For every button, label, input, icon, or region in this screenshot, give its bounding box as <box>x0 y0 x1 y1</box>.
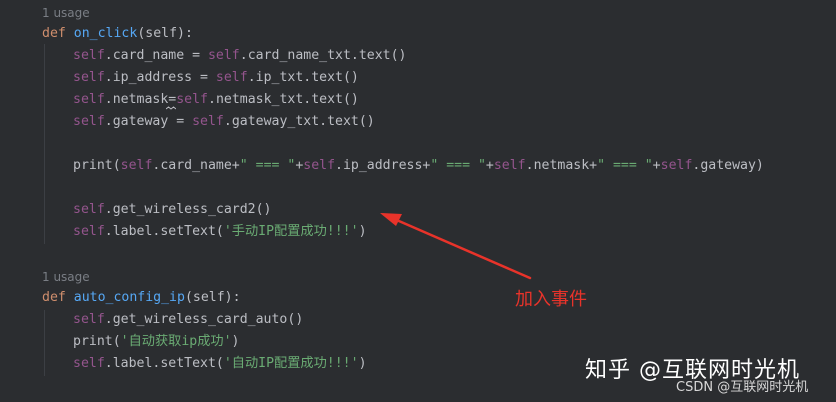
code-text: .card_name = <box>104 48 208 63</box>
string-literal: '自动IP配置成功!!!' <box>223 356 359 371</box>
self-token: self <box>215 70 248 85</box>
code-line: self.label.setText('自动IP配置成功!!!') <box>73 354 367 374</box>
self-token: self <box>493 158 526 173</box>
self-token: self <box>73 356 105 371</box>
code-text: .ip_address = <box>104 70 216 85</box>
code-text: .gateway_txt.text() <box>223 114 375 129</box>
code-text: ) <box>358 356 367 371</box>
code-text: .gateway) <box>692 158 764 173</box>
code-line: self.gateway = self.gateway_txt.text() <box>73 112 375 132</box>
self-token: self <box>176 92 208 107</box>
self-token: self <box>73 92 105 107</box>
function-params: (self): <box>137 26 193 41</box>
csdn-watermark: CSDN @互联网时光机 <box>676 380 809 395</box>
self-token: self <box>660 158 693 173</box>
code-text: .netmask= <box>104 92 177 107</box>
string-literal: " === " <box>597 158 653 173</box>
code-text: .card_name+ <box>152 158 240 173</box>
usage-hint[interactable]: 1 usage <box>42 3 90 23</box>
code-text: .get_wireless_card_auto() <box>104 312 304 327</box>
code-line: self.card_name = self.card_name_txt.text… <box>73 46 406 66</box>
code-text: .ip_txt.text() <box>247 70 359 85</box>
function-params: (self): <box>184 290 241 305</box>
code-text: .netmask_txt.text() <box>208 92 359 107</box>
self-token: self <box>73 202 105 217</box>
self-token: self <box>192 114 224 129</box>
indent-guide <box>44 310 45 376</box>
code-editor[interactable]: 1 usage def on_click(self): self.card_na… <box>0 0 836 402</box>
code-text: ) <box>231 334 240 349</box>
self-token: self <box>207 48 240 63</box>
code-text: ) <box>358 224 367 239</box>
code-line: self.label.setText('手动IP配置成功!!!') <box>73 222 367 242</box>
string-literal: '手动IP配置成功!!!' <box>223 224 359 239</box>
code-line-print: print(self.card_name+" === "+self.ip_add… <box>73 156 764 176</box>
self-token: self <box>73 70 105 85</box>
code-line: self.ip_address = self.ip_txt.text() <box>73 68 359 88</box>
code-text: .get_wireless_card2() <box>104 202 272 217</box>
code-text: .card_name_txt.text() <box>239 48 407 63</box>
function-name: auto_config_ip <box>73 290 185 305</box>
code-text: + <box>652 158 661 173</box>
string-literal: " === " <box>239 158 296 173</box>
code-line: self.get_wireless_card2() <box>73 200 272 220</box>
def-keyword: def <box>42 290 66 305</box>
function-name: on_click <box>73 26 138 41</box>
code-line-def-on-click: def on_click(self): <box>42 24 193 44</box>
code-text: .label.setText( <box>104 224 224 239</box>
code-text: print( <box>73 334 121 349</box>
self-token: self <box>120 158 153 173</box>
self-token: self <box>73 312 105 327</box>
annotation-label: 加入事件 <box>515 289 587 310</box>
code-text: .netmask+ <box>525 158 598 173</box>
def-keyword: def <box>42 26 66 41</box>
self-token: self <box>73 48 105 63</box>
code-line: print('自动获取ip成功') <box>73 332 239 352</box>
code-line: self.netmask=self.netmask_txt.text() <box>73 90 359 110</box>
code-text: .gateway = <box>104 114 193 129</box>
self-token: self <box>73 224 105 239</box>
code-text: + <box>485 158 494 173</box>
code-text: .ip_address+ <box>335 158 431 173</box>
code-text: print( <box>73 158 121 173</box>
warning-squiggle-icon <box>166 106 176 110</box>
indent-guide <box>44 44 45 244</box>
self-token: self <box>73 114 105 129</box>
string-literal: '自动获取ip成功' <box>120 334 232 349</box>
code-line: self.get_wireless_card_auto() <box>73 310 303 330</box>
code-line-def-auto-config-ip: def auto_config_ip(self): <box>42 288 241 308</box>
string-literal: " === " <box>430 158 486 173</box>
code-text: .label.setText( <box>104 356 224 371</box>
self-token: self <box>303 158 336 173</box>
usage-hint[interactable]: 1 usage <box>42 267 90 287</box>
